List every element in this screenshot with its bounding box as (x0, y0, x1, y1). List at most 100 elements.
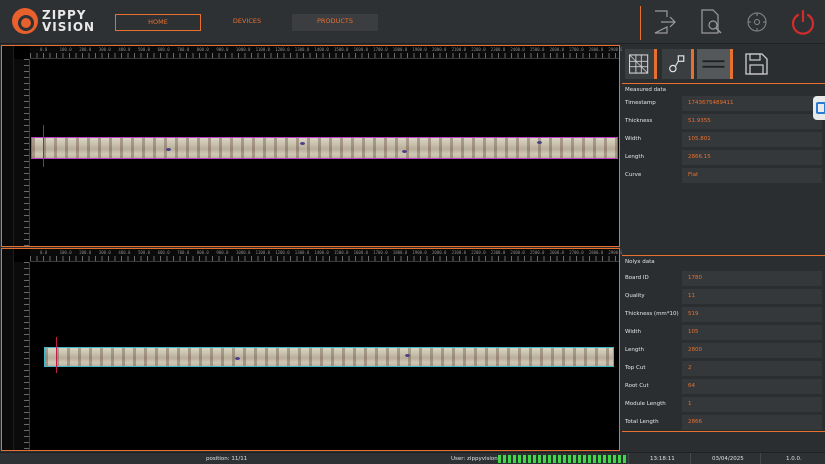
ruler-tick-label: 100.0 (59, 250, 72, 255)
ruler-tick-label: 1100.0 (255, 250, 271, 255)
nav-products-button[interactable]: PRODUCTS (292, 14, 378, 31)
ruler-tick-label: 1400.0 (314, 250, 329, 255)
row-label: Module Length (625, 401, 666, 407)
ruler-tick-label: 1300.0 (294, 250, 310, 255)
ruler-tick-label: 2200.0 (471, 250, 486, 255)
row-value: 51.9355 (682, 114, 822, 129)
nolyx-row-quality: Quality 11 (622, 289, 825, 304)
ruler-tick-label: 700.0 (177, 47, 190, 52)
texture-grid-icon (628, 54, 649, 74)
status-divider (628, 453, 629, 464)
ruler-tick-label: 2200.0 (471, 47, 486, 52)
ruler-tick-label: 0.0 (40, 250, 48, 255)
top-header: ZIPPY VISION HOME DEVICES PRODUCTS (0, 0, 825, 44)
points-view-button[interactable] (662, 49, 694, 79)
nolyx-data-title: Nolyx data (625, 259, 655, 265)
row-label: Root Cut (625, 383, 649, 389)
side-drawer-tab-icon[interactable] (813, 96, 825, 120)
status-version: 1.0.0. (786, 456, 802, 462)
row-label: Width (625, 136, 641, 142)
measured-data-title: Measured data (625, 87, 667, 93)
nav-devices-button[interactable]: DEVICES (204, 14, 290, 31)
board-knot (166, 148, 171, 151)
nolyx-row-module-length: Module Length 1 (622, 397, 825, 412)
ruler-tick-label: 600.0 (157, 250, 170, 255)
row-label: Thickness (625, 118, 653, 124)
view-toolbar (622, 45, 825, 83)
nav-home-button[interactable]: HOME (115, 14, 201, 31)
ruler-tick-label: 700.0 (177, 250, 190, 255)
ruler-tick-label: 0.0 (40, 47, 48, 52)
ruler-tick-label: 900.0 (216, 47, 229, 52)
ruler-tick-label: 100.0 (59, 47, 72, 52)
ruler-tick-label: 2600.0 (549, 250, 565, 255)
ruler-tick-label: 2600.0 (549, 47, 565, 52)
nolyx-row-total-length: Total Length 2866 (622, 415, 825, 430)
board-knot (402, 150, 407, 153)
measured-board-image (31, 137, 618, 159)
status-divider (760, 453, 761, 464)
texture-view-button[interactable] (625, 49, 657, 79)
logo-mark-icon (12, 8, 38, 34)
measured-scan-viewer[interactable]: 0.0 100.0 200.0 300.0 400.0 500.0 600.0 700.0 80… (1, 45, 623, 247)
nolyx-data-section: Nolyx data Board ID 1780 Quality 11 Thic… (622, 255, 825, 431)
ruler-tick-label: 2000.0 (432, 47, 447, 52)
ruler-tick-label: 800.0 (196, 47, 209, 52)
lines-view-button[interactable] (697, 49, 733, 79)
ruler-tick-label: 900.0 (216, 250, 229, 255)
row-label: Total Length (625, 419, 659, 425)
measured-row-width: Width 105.801 (622, 132, 825, 147)
ruler-tick-label: 400.0 (118, 47, 131, 52)
exit-icon[interactable] (650, 8, 678, 36)
nolyx-scan-viewer[interactable]: 0.0 100.0 200.0 300.0 400.0 500.0 600.0 700.0 80… (1, 248, 623, 451)
measured-row-thickness: Thickness 51.9355 (622, 114, 825, 129)
row-value: 64 (682, 379, 822, 394)
row-value: 105.801 (682, 132, 822, 147)
row-label: Board ID (625, 275, 649, 281)
ruler-tick-label: 2900.0 (608, 250, 623, 255)
ruler-tick-label: 800.0 (196, 250, 209, 255)
ruler-tick-label: 500.0 (138, 47, 151, 52)
lines-icon (702, 60, 725, 68)
settings-icon[interactable] (743, 8, 771, 36)
ruler-tick-label: 300.0 (98, 47, 111, 52)
app-window: ZIPPY VISION HOME DEVICES PRODUCTS 0.0 1… (0, 0, 825, 464)
row-label: Length (625, 154, 644, 160)
ruler-tick-label: 2800.0 (588, 250, 604, 255)
ruler-tick-label: 1400.0 (314, 47, 329, 52)
ruler-tick-label: 2400.0 (510, 47, 525, 52)
status-bar: position: 11/11 User: zippyvision 13:18:… (0, 452, 825, 464)
power-icon[interactable] (789, 8, 817, 36)
ruler-tick-label: 1500.0 (334, 250, 349, 255)
ruler-tick-label: 1800.0 (392, 250, 408, 255)
nolyx-row-root-cut: Root Cut 64 (622, 379, 825, 394)
brand-line-2: VISION (42, 20, 96, 34)
horizontal-ruler: 0.0 100.0 200.0 300.0 400.0 500.0 600.0 700.0 80… (30, 46, 623, 59)
ruler-tick-label: 2800.0 (588, 47, 604, 52)
ruler-tick-label: 1900.0 (412, 250, 427, 255)
board-knot (405, 354, 410, 357)
measured-data-section: Measured data Timestamp 1743675489411 Th… (622, 83, 825, 256)
panel-divider (622, 431, 825, 432)
nolyx-board-image (44, 347, 614, 367)
row-label: Thickness (mm*10) (625, 311, 679, 317)
status-position: position: 11/11 (206, 456, 248, 462)
status-user: User: zippyvision (451, 456, 498, 462)
row-value: 2866.15 (682, 150, 822, 165)
ruler-tick-label: 1800.0 (392, 47, 408, 52)
ruler-tick-label: 2700.0 (569, 250, 584, 255)
row-label: Width (625, 329, 641, 335)
logo-wordmark: ZIPPY VISION (42, 9, 95, 33)
row-value: 1 (682, 397, 822, 412)
ruler-tick-label: 1200.0 (275, 250, 290, 255)
ruler-tick-label: 2300.0 (490, 47, 506, 52)
nolyx-row-thickness: Thickness (mm*10) 519 (622, 307, 825, 322)
viewer-side-strip (2, 249, 14, 450)
ruler-tick-label: 300.0 (98, 250, 111, 255)
ruler-tick-label: 200.0 (79, 47, 92, 52)
ruler-tick-label: 1500.0 (334, 47, 349, 52)
header-divider (640, 6, 641, 40)
report-search-icon[interactable] (697, 8, 725, 36)
ruler-tick-label: 1700.0 (373, 47, 388, 52)
save-button[interactable] (740, 49, 772, 79)
